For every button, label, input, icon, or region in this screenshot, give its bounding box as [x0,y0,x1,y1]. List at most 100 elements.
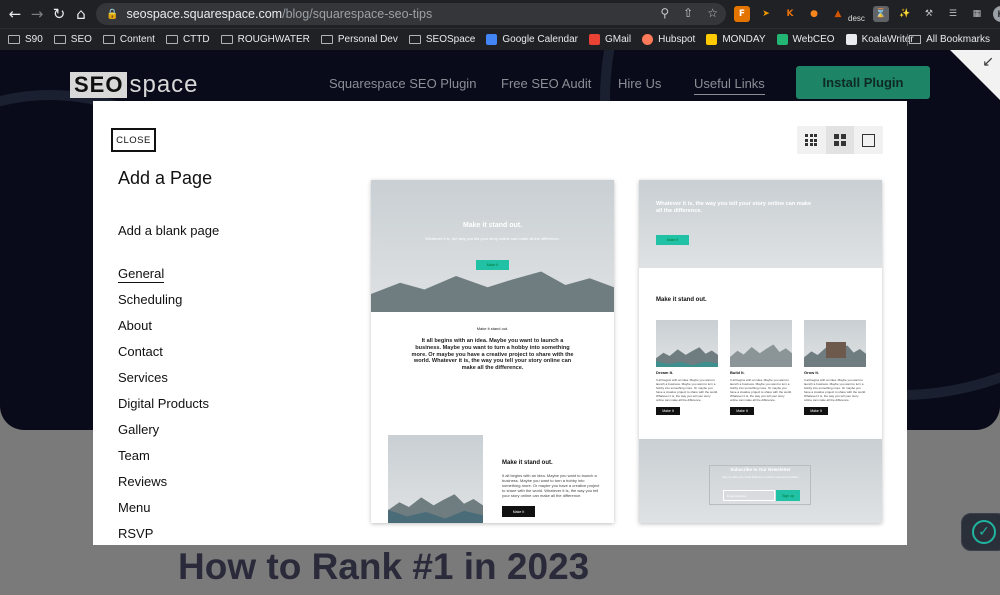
category-services[interactable]: Services [118,370,168,385]
star-icon[interactable]: ☆ [707,6,718,20]
category-rsvp[interactable]: RSVP [118,526,153,541]
t1-hero-title: Make it stand out. [462,222,523,229]
mountain-shape [730,344,792,367]
checkmark-icon: ✓ [972,520,996,544]
newsletter-section: Subscribe to Our Newsletter Sign up with… [639,439,882,523]
add-blank-page-link[interactable]: Add a blank page [118,223,219,238]
single-view-icon [861,133,875,147]
site-logo[interactable]: SEO space [70,71,199,98]
extension-desc-label: desc [848,13,865,23]
view-toggle [797,126,883,154]
sidebar-icon[interactable]: ▦ [969,6,985,22]
close-button[interactable]: CLOSE [111,128,156,152]
template-card-2[interactable]: Whatever it is, the way you tell your st… [639,180,882,523]
extension-icon[interactable]: ➤ [758,6,774,22]
url-host: seospace.squarespace.com [126,7,283,21]
bookmark-gmail[interactable]: GMail [588,34,631,45]
nav-hire-us[interactable]: Hire Us [618,76,661,91]
monday-icon [706,34,718,45]
extension-icon[interactable]: ⌛ [872,6,889,22]
category-menu[interactable]: Menu [118,500,151,515]
bookmark-monday[interactable]: MONDAY [706,34,766,45]
category-team[interactable]: Team [118,448,150,463]
nav-seo-plugin[interactable]: Squarespace SEO Plugin [329,76,476,91]
category-general[interactable]: General [118,266,165,283]
all-bookmarks[interactable]: All Bookmarks [909,34,990,45]
address-bar[interactable]: 🔒 seospace.squarespace.com/blog/squaresp… [96,3,726,25]
category-gallery[interactable]: Gallery [118,422,159,437]
hero-image: Whatever it is, the way you tell your st… [639,180,882,268]
t1-hero-sub: Whatever it is, the way you tell your st… [425,236,560,241]
template-card-1[interactable]: Make it stand out. Whatever it is, the w… [371,180,614,523]
bookmark-personal-dev[interactable]: Personal Dev [320,34,398,45]
t2-col2-title: Build It. [730,370,745,375]
forward-icon[interactable]: → [26,3,48,25]
t2-newsletter-title: Subscribe to Our Newsletter [730,467,791,472]
lock-icon: 🔒 [106,8,119,20]
folder-icon [408,35,421,44]
zoom-icon[interactable]: ⚲ [660,6,669,20]
folder-icon [102,35,115,44]
column-image-2 [730,320,792,367]
metamask-icon[interactable]: ● [806,6,822,22]
category-contact[interactable]: Contact [118,344,163,359]
bookmark-cttd[interactable]: CTTD [165,34,210,45]
bookmark-seo[interactable]: SEO [53,34,92,45]
puzzle-icon[interactable]: ⚒ [921,6,937,22]
extension-icon[interactable]: K [782,6,798,22]
t1-split-title: Make it stand out. [502,460,553,466]
folder-icon [165,35,178,44]
t1-split-text: It all begins with an idea. Maybe you wa… [502,473,600,498]
bookmark-seospace[interactable]: SEOSpace [408,34,475,45]
split-image [388,435,483,523]
arrow-down-left-icon: ↙ [982,54,994,70]
cabin-shape [826,342,846,358]
t2-col3-title: Grow It. [804,370,819,375]
url-path: /blog/squarespace-seo-tips [282,7,433,21]
category-scheduling[interactable]: Scheduling [118,292,182,307]
bookmark-webceo[interactable]: WebCEO [776,34,835,45]
bookmark-koalawriter[interactable]: KoalaWriter [845,34,914,45]
floating-badge-button[interactable]: ✓ [961,513,1000,551]
t2-hero-title: Whatever it is, the way you tell your st… [656,201,812,214]
folder-icon [53,35,66,44]
column-image-3 [804,320,866,367]
share-icon[interactable]: ⇧ [683,6,693,20]
t2-col1-button: Make It [656,407,680,415]
extension-icon[interactable]: ✨ [897,6,913,22]
back-icon[interactable]: ← [4,3,26,25]
nav-free-audit[interactable]: Free SEO Audit [501,76,591,91]
bookmark-s90[interactable]: S90 [8,34,43,45]
install-plugin-button[interactable]: Install Plugin [796,66,930,99]
bookmark-content[interactable]: Content [102,34,155,45]
nav-useful-links[interactable]: Useful Links [694,76,765,95]
menu-lines-icon[interactable]: ☰ [945,6,961,22]
category-reviews[interactable]: Reviews [118,474,167,489]
view-single-button[interactable] [854,126,883,154]
avatar[interactable]: H [992,6,1000,22]
t1-section-label: Make it stand out. [476,326,509,331]
bookmarks-divider [907,34,908,46]
view-large-grid-button[interactable] [825,126,855,154]
category-digital-products[interactable]: Digital Products [118,396,209,411]
bookmark-google-calendar[interactable]: Google Calendar [486,34,578,45]
reload-icon[interactable]: ↻ [48,3,70,25]
bookmark-roughwater[interactable]: ROUGHWATER [220,34,310,45]
t2-signup-button: Sign up [776,490,800,501]
folder-icon [220,35,233,44]
home-icon[interactable]: ⌂ [70,3,92,25]
bookmarks-bar: S90 SEO Content CTTD ROUGHWATER Personal… [0,28,1000,50]
extension-icon[interactable]: ▲ [830,6,846,22]
article-heading: How to Rank #1 in 2023 [178,546,590,587]
category-about[interactable]: About [118,318,152,333]
view-small-grid-button[interactable] [797,126,826,154]
extensions-area: F ➤ K ● ▲ desc ⌛ ✨ ⚒ ☰ ▦ H ⋮ [734,4,1000,24]
t2-col3-button: Make It [804,407,828,415]
calendar-icon [486,34,498,45]
t2-col3-text: It all begins with an idea. Maybe you wa… [804,378,866,402]
modal-title: Add a Page [118,168,213,188]
bookmark-hubspot[interactable]: Hubspot [642,34,695,45]
t1-split-button: Make It [502,506,535,517]
extension-icon[interactable]: F [734,6,750,22]
browser-toolbar: ← → ↻ ⌂ 🔒 seospace.squarespace.com/blog/… [0,0,1000,28]
